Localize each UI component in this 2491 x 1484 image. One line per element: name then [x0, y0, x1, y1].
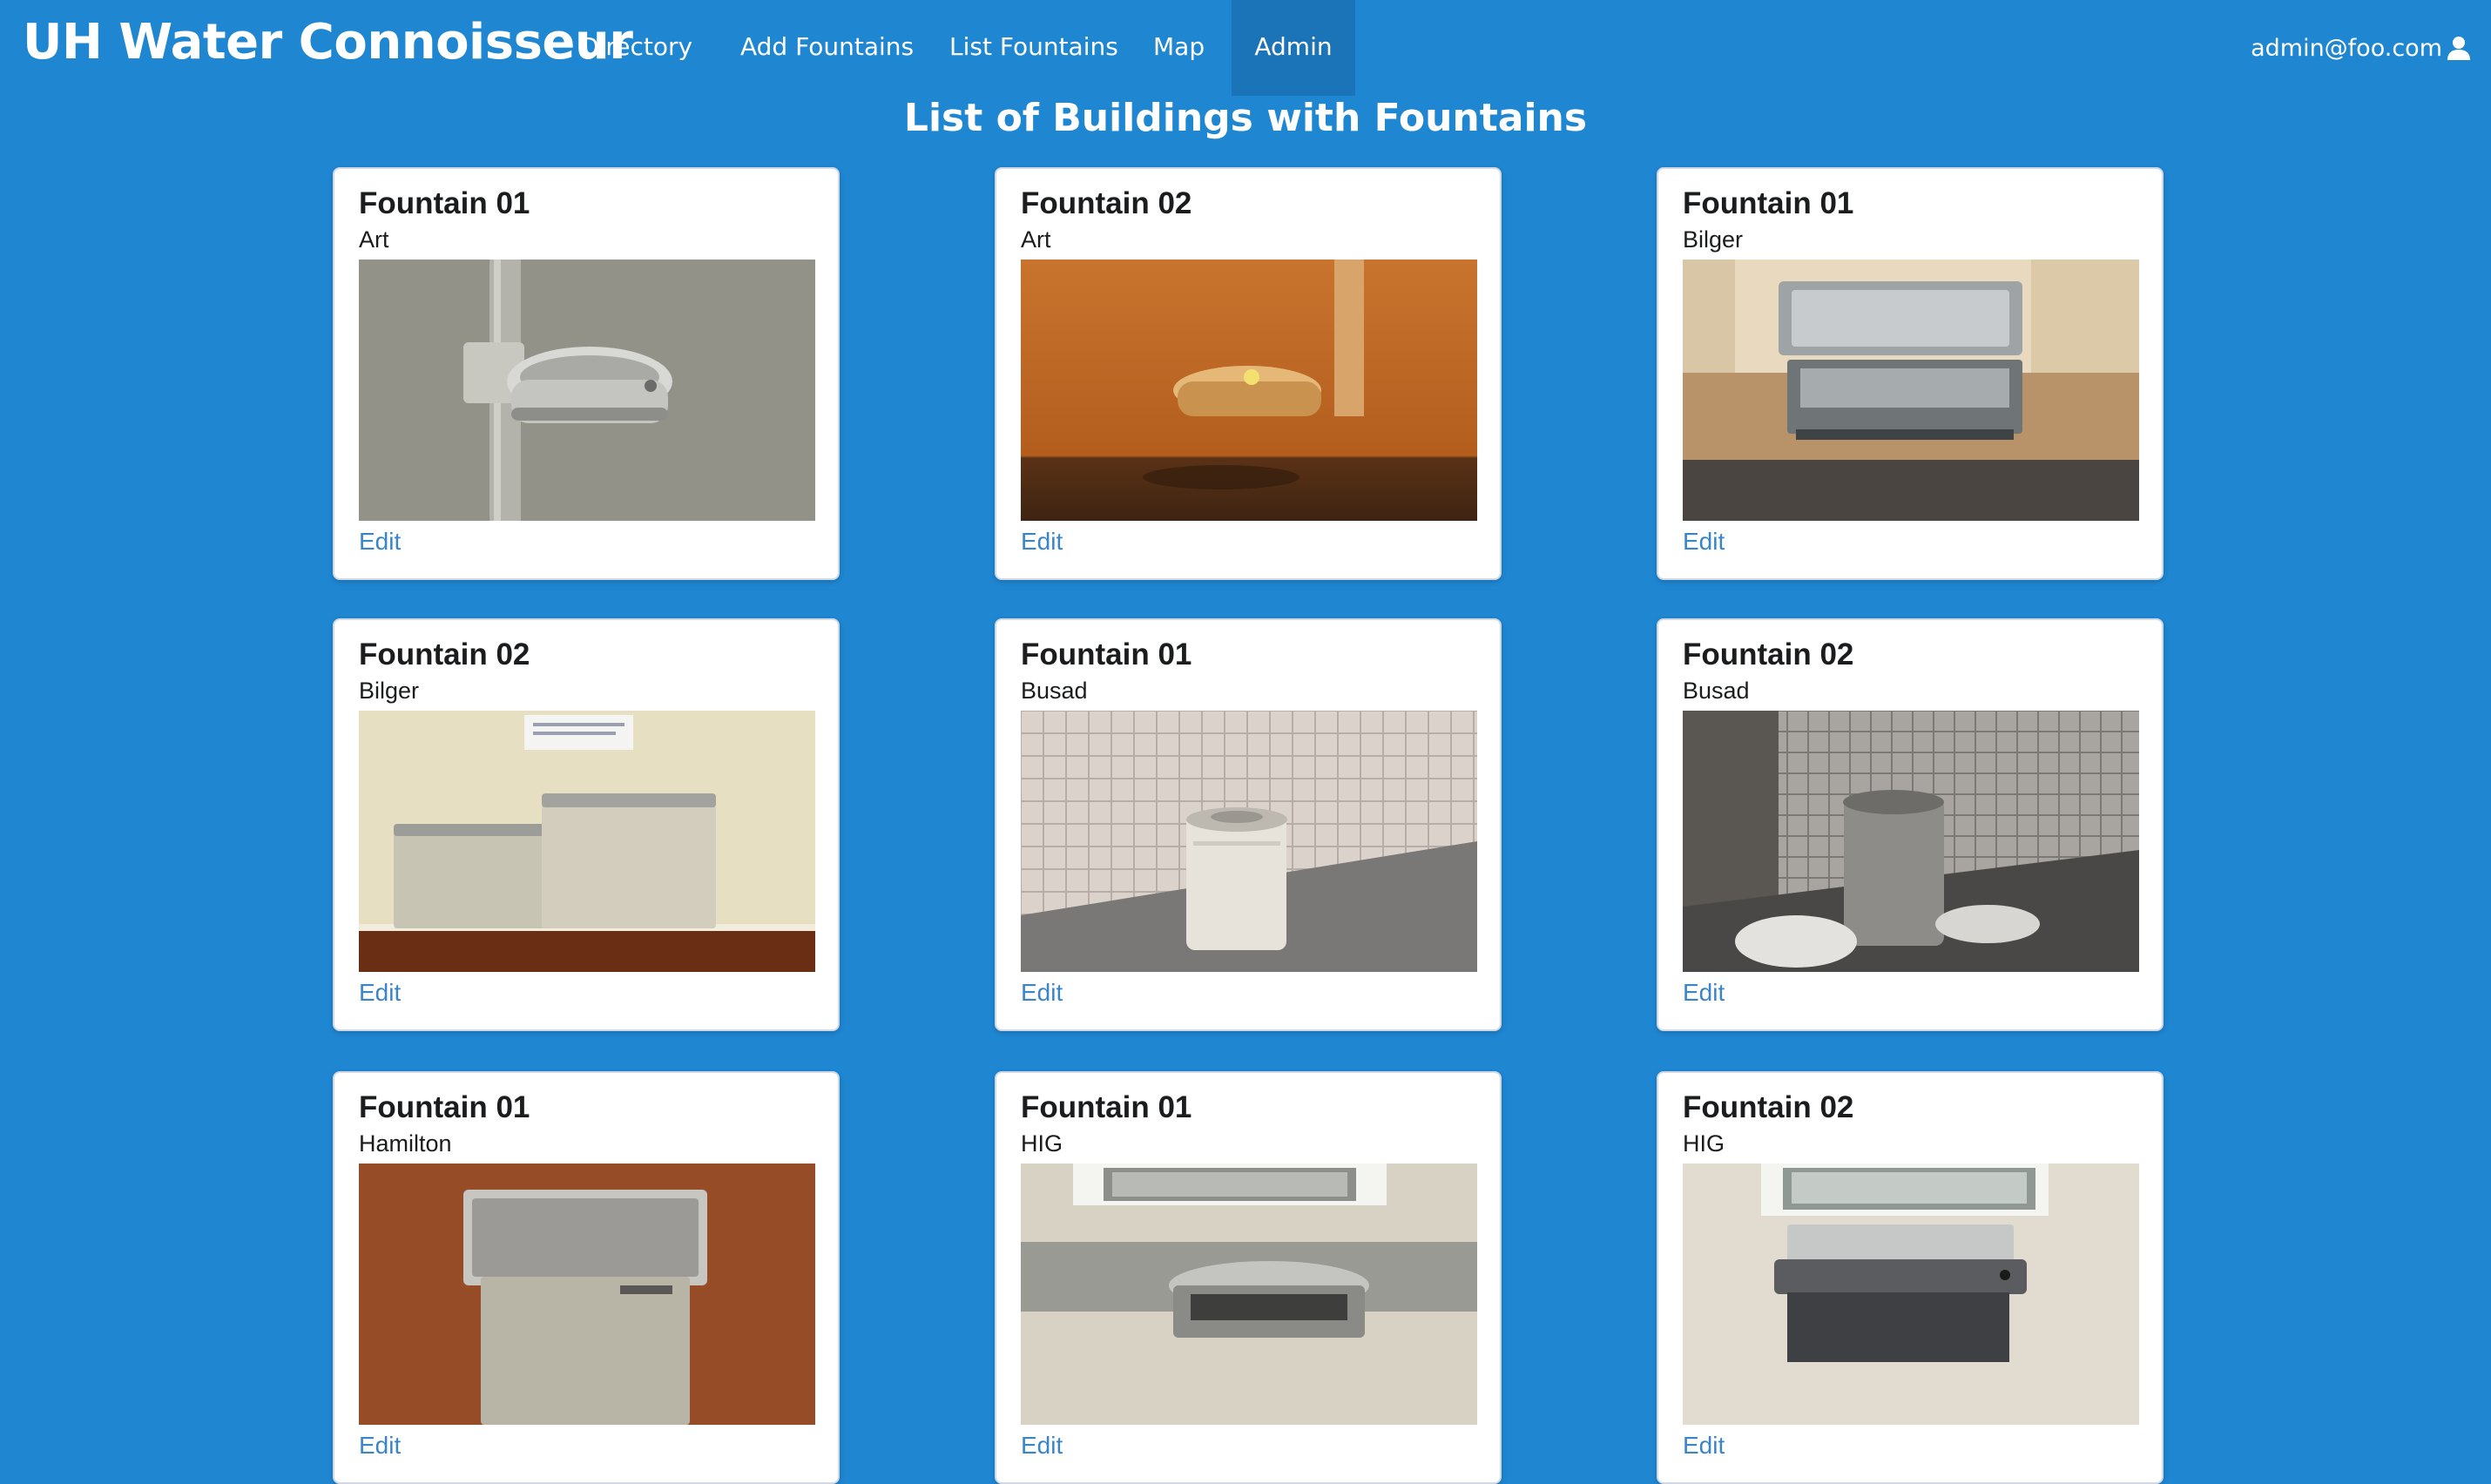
- fountain-card: Fountain 02 Busad Edit: [1657, 618, 2164, 1031]
- edit-link[interactable]: Edit: [1683, 1432, 1725, 1460]
- edit-link[interactable]: Edit: [1683, 979, 1725, 1007]
- building-name: Busad: [1683, 678, 1750, 704]
- fountain-photo: [1683, 711, 2139, 972]
- edit-link[interactable]: Edit: [359, 979, 401, 1007]
- building-name: HIG: [1021, 1130, 1063, 1157]
- building-name: Bilger: [359, 678, 420, 704]
- building-name: Busad: [1021, 678, 1088, 704]
- fountain-photo: [1021, 711, 1477, 972]
- fountain-card: Fountain 01 Bilger Edit: [1657, 167, 2164, 580]
- fountain-card: Fountain 02 Art Edit: [995, 167, 1502, 580]
- fountain-name: Fountain 02: [1021, 186, 1192, 220]
- building-name: HIG: [1683, 1130, 1725, 1157]
- fountain-name: Fountain 01: [359, 1090, 530, 1124]
- fountain-photo: [359, 711, 815, 972]
- building-name: Hamilton: [359, 1130, 452, 1157]
- fountain-card: Fountain 01 Art Edit: [333, 167, 840, 580]
- edit-link[interactable]: Edit: [1683, 528, 1725, 556]
- fountain-photo: [1683, 1164, 2139, 1425]
- fountain-name: Fountain 02: [359, 637, 530, 671]
- fountain-card: Fountain 01 Busad Edit: [995, 618, 1502, 1031]
- fountain-name: Fountain 02: [1683, 1090, 1854, 1124]
- fountain-photo: [1021, 260, 1477, 521]
- fountain-name: Fountain 01: [359, 186, 530, 220]
- fountain-photo: [1683, 260, 2139, 521]
- fountain-photo: [359, 1164, 815, 1425]
- building-name: Bilger: [1683, 226, 1744, 253]
- fountain-photo: [1021, 1164, 1477, 1425]
- fountain-name: Fountain 01: [1683, 186, 1854, 220]
- edit-link[interactable]: Edit: [1021, 528, 1063, 556]
- edit-link[interactable]: Edit: [1021, 979, 1063, 1007]
- fountain-photo: [359, 260, 815, 521]
- fountain-card: Fountain 01 Hamilton Edit: [333, 1071, 840, 1484]
- building-name: Art: [1021, 226, 1051, 253]
- edit-link[interactable]: Edit: [1021, 1432, 1063, 1460]
- fountain-card: Fountain 01 HIG Edit: [995, 1071, 1502, 1484]
- edit-link[interactable]: Edit: [359, 528, 401, 556]
- edit-link[interactable]: Edit: [359, 1432, 401, 1460]
- fountain-card: Fountain 02 HIG Edit: [1657, 1071, 2164, 1484]
- fountain-name: Fountain 02: [1683, 637, 1854, 671]
- fountain-name: Fountain 01: [1021, 1090, 1192, 1124]
- building-name: Art: [359, 226, 389, 253]
- fountain-name: Fountain 01: [1021, 637, 1192, 671]
- fountain-card: Fountain 02 Bilger Edit: [333, 618, 840, 1031]
- fountain-card-grid: Fountain 01 Art Edit Fountain 02 Art Edi…: [0, 0, 2491, 1484]
